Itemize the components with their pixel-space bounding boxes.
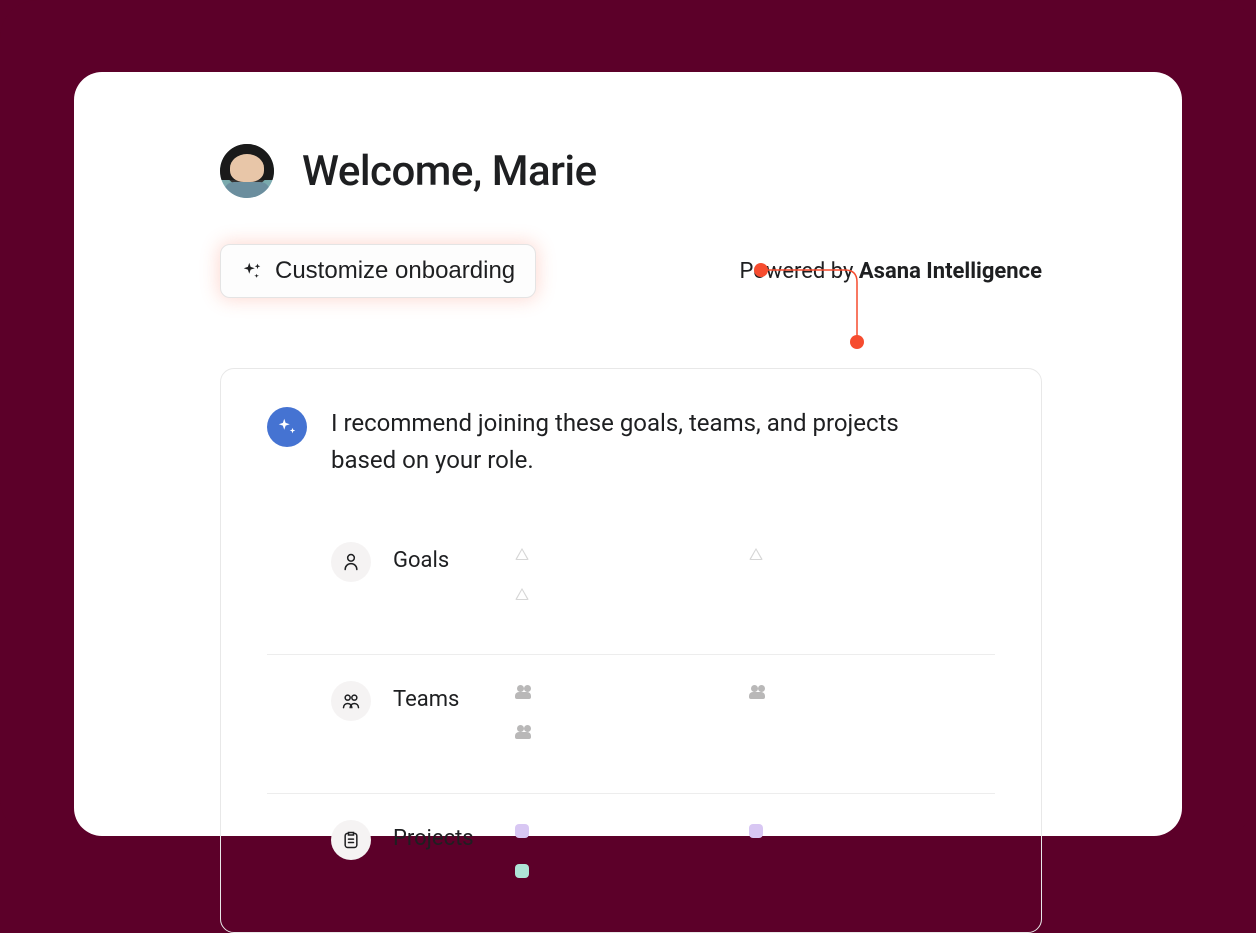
ai-sparkles-icon bbox=[267, 407, 307, 447]
goals-icon bbox=[331, 542, 371, 582]
projects-icon bbox=[331, 820, 371, 860]
powered-by-brand: Asana Intelligence bbox=[859, 259, 1042, 284]
recommendation-text: I recommend joining these goals, teams, … bbox=[331, 405, 951, 479]
sub-row: Customize onboarding Powered by Asana In… bbox=[220, 242, 1042, 300]
recommendation-header: I recommend joining these goals, teams, … bbox=[267, 405, 995, 479]
powered-by-text: Powered by Asana Intelligence bbox=[740, 259, 1043, 284]
goals-section: Goals bbox=[267, 515, 995, 654]
header-row: Welcome, Marie bbox=[220, 144, 1042, 198]
projects-items bbox=[515, 820, 979, 902]
customize-label: Customize onboarding bbox=[275, 257, 515, 285]
project-item-placeholder[interactable] bbox=[515, 824, 531, 840]
goal-item-placeholder[interactable] bbox=[515, 546, 531, 562]
team-item-placeholder[interactable] bbox=[515, 685, 531, 701]
teams-label: Teams bbox=[393, 681, 493, 712]
teams-section: Teams bbox=[267, 654, 995, 793]
recommendation-card: I recommend joining these goals, teams, … bbox=[220, 368, 1042, 933]
project-item-placeholder[interactable] bbox=[749, 824, 765, 840]
onboarding-card: Welcome, Marie Customize onboarding bbox=[74, 72, 1182, 836]
powered-by-prefix: Powered by bbox=[740, 259, 859, 284]
project-item-placeholder[interactable] bbox=[515, 864, 531, 880]
goal-item-placeholder[interactable] bbox=[515, 586, 531, 602]
welcome-heading: Welcome, Marie bbox=[302, 147, 597, 196]
avatar[interactable] bbox=[220, 144, 274, 198]
frame: Welcome, Marie Customize onboarding bbox=[0, 0, 1256, 836]
teams-items bbox=[515, 681, 979, 763]
projects-section: Projects bbox=[267, 793, 995, 932]
team-item-placeholder[interactable] bbox=[515, 725, 531, 741]
customize-onboarding-button[interactable]: Customize onboarding bbox=[220, 244, 536, 298]
goals-items bbox=[515, 542, 979, 624]
sparkles-icon bbox=[241, 260, 263, 282]
goals-label: Goals bbox=[393, 542, 493, 573]
teams-icon bbox=[331, 681, 371, 721]
team-item-placeholder[interactable] bbox=[749, 685, 765, 701]
goal-item-placeholder[interactable] bbox=[749, 546, 765, 562]
